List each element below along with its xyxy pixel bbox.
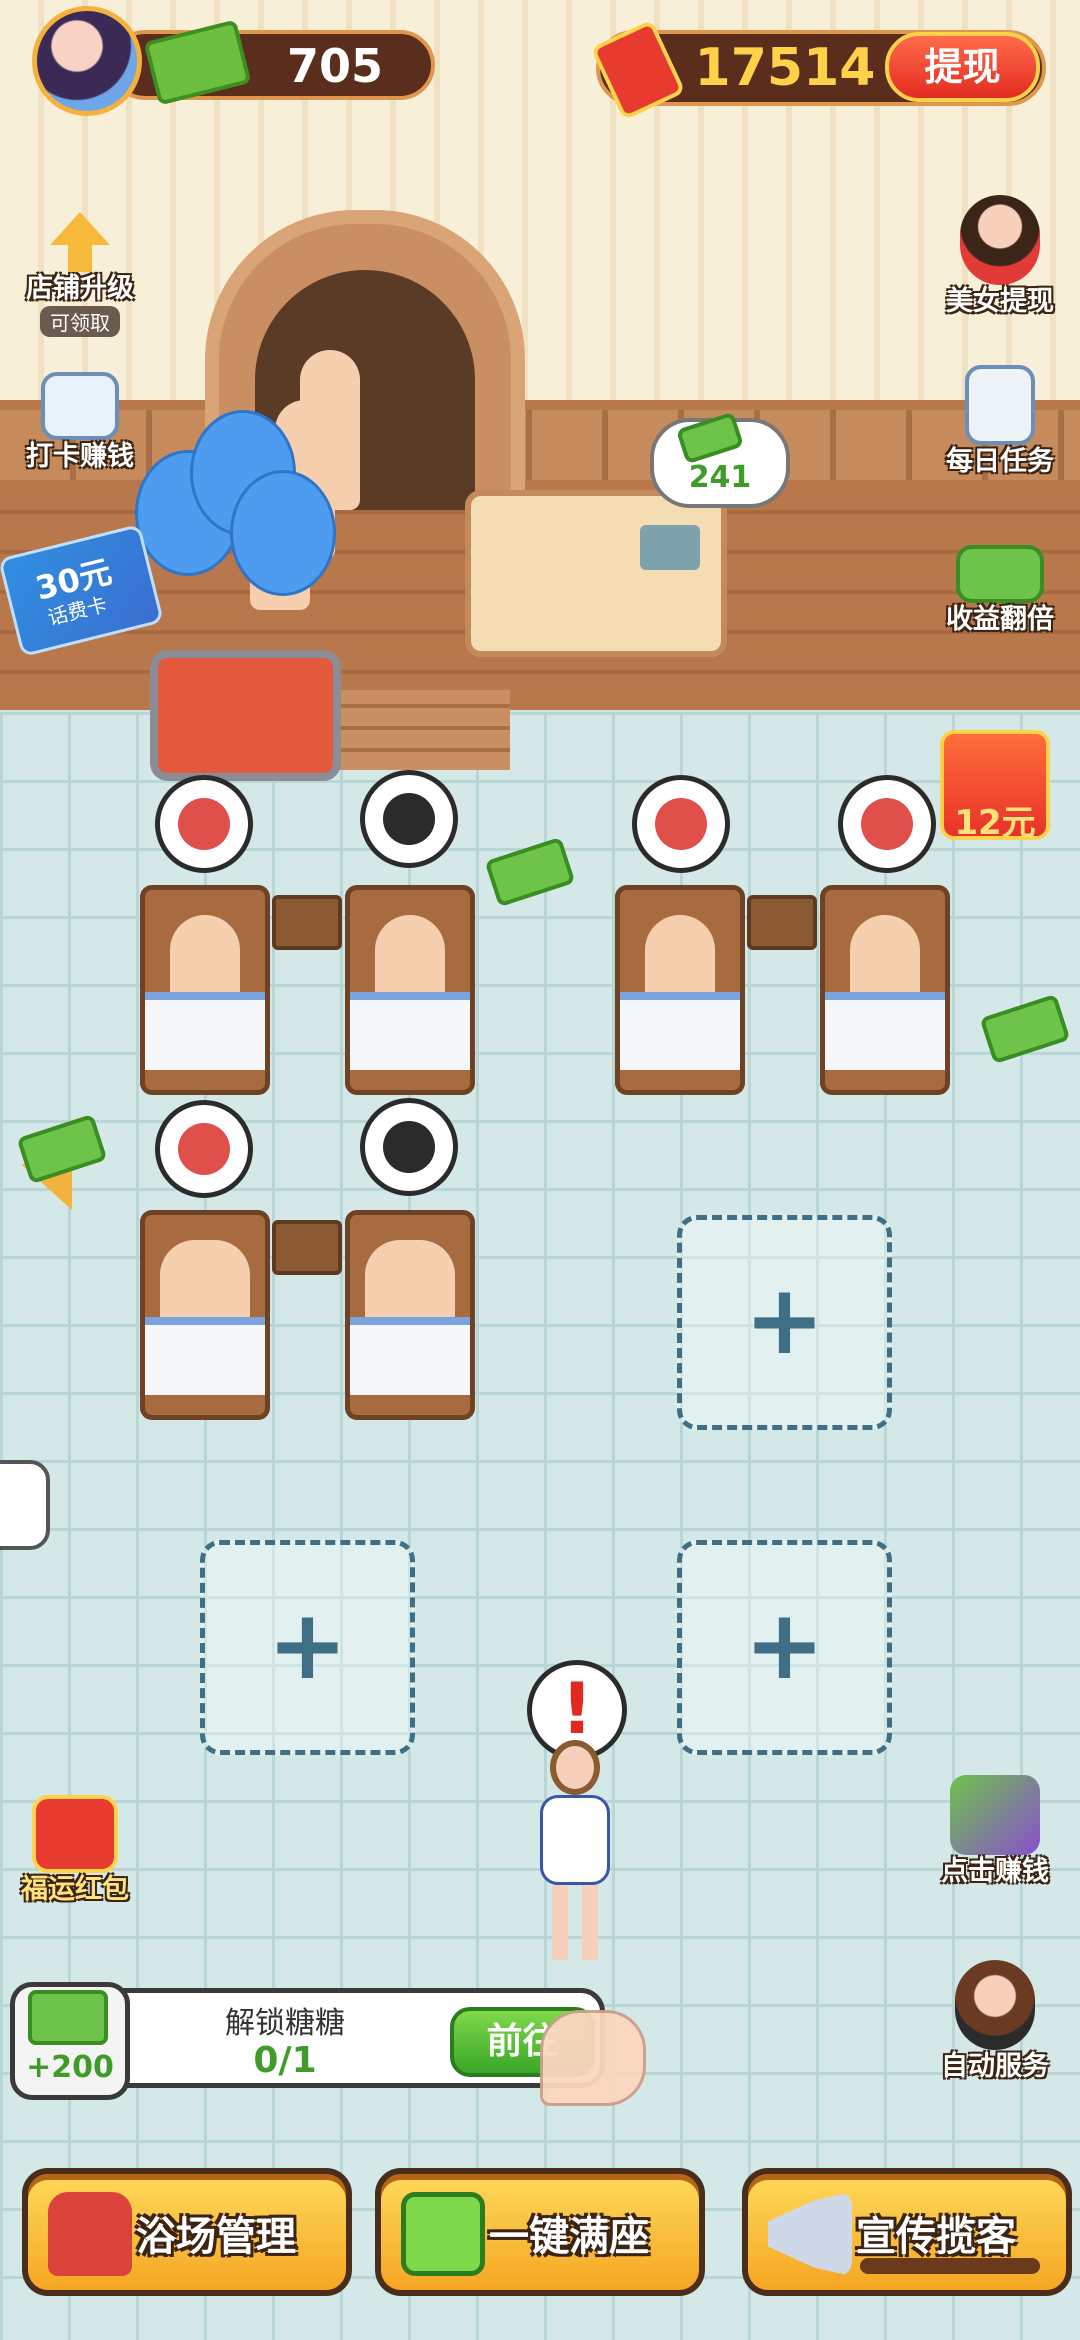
click-arrow-icon [950, 1775, 1040, 1855]
cash-value: 705 [286, 39, 384, 93]
shop-upgrade-button[interactable]: 店铺升级 可领取 [0, 212, 160, 337]
cash-register-icon [640, 525, 700, 570]
auto-service-label: 自动服务 [941, 2051, 1049, 2082]
clipboard-icon [965, 365, 1035, 445]
gift-cart[interactable] [150, 650, 341, 781]
calendar-icon [41, 372, 119, 440]
daily-tasks-label: 每日任务 [946, 446, 1054, 477]
massage-bed[interactable] [615, 885, 745, 1095]
lucky-red-packet-label: 福运红包 [21, 1874, 129, 1905]
red-packet-icon [32, 1795, 118, 1873]
coupon-value: 12元 [954, 803, 1036, 843]
click-earn-button[interactable]: 点击赚钱 [915, 1775, 1075, 1889]
hair-wash-request-bubble[interactable] [360, 1098, 458, 1196]
shop-upgrade-badge: 可领取 [40, 306, 120, 337]
back-massage-request-bubble[interactable] [155, 1100, 253, 1198]
arrow-up-icon [50, 212, 110, 272]
cash-arrow-up-icon [956, 545, 1044, 603]
double-income-label: 收益翻倍 [946, 604, 1054, 635]
red-packet-value: 17514 [694, 38, 876, 98]
promote-label: 宣传揽客 [856, 2214, 1016, 2260]
massage-bed[interactable] [345, 885, 475, 1095]
nightstand [272, 1220, 342, 1275]
beauty-withdraw-button[interactable]: 美女提现 [920, 195, 1080, 319]
tap-hint-hand-icon [540, 2010, 646, 2106]
fill-seats-button[interactable]: 一键满座 [375, 2168, 705, 2296]
beauty-withdraw-label: 美女提现 [946, 286, 1054, 317]
fill-seats-label: 一键满座 [489, 2214, 649, 2260]
side-drawer-tab[interactable] [0, 1460, 50, 1550]
avatar[interactable] [32, 6, 142, 116]
quest-progress: 0/1 [253, 2040, 317, 2081]
staff-character[interactable] [530, 1740, 620, 1960]
massage-bed[interactable] [140, 1210, 270, 1420]
empty-bed-slot[interactable]: + [677, 1540, 892, 1755]
hair-wash-request-bubble[interactable] [360, 770, 458, 868]
megaphone-icon [768, 2192, 852, 2276]
promote-progress-bar [860, 2258, 1040, 2274]
nightstand [272, 895, 342, 950]
cash-icon [28, 1990, 108, 2045]
daily-tasks-button[interactable]: 每日任务 [920, 365, 1080, 479]
back-massage-request-bubble[interactable] [632, 775, 730, 873]
back-massage-request-bubble[interactable] [838, 775, 936, 873]
lucky-red-packet-button[interactable]: 福运红包 [0, 1795, 155, 1907]
bath-management-label: 浴场管理 [136, 2214, 296, 2260]
reception-desk[interactable] [465, 490, 727, 657]
quest-title: 解锁糖糖 [225, 2006, 345, 2041]
massage-bed[interactable] [820, 885, 950, 1095]
withdraw-button[interactable]: 提现 [885, 32, 1040, 102]
armchair-icon [48, 2192, 132, 2276]
double-income-button[interactable]: 收益翻倍 [920, 545, 1080, 637]
tv-play-icon [401, 2192, 485, 2276]
hostess-avatar-icon [960, 195, 1040, 285]
promote-button[interactable]: 宣传揽客 [742, 2168, 1072, 2296]
empty-bed-slot[interactable]: + [677, 1215, 892, 1430]
back-massage-request-bubble[interactable] [155, 775, 253, 873]
income-bubble-value: 241 [688, 460, 752, 495]
bath-management-button[interactable]: 浴场管理 [22, 2168, 352, 2296]
shop-upgrade-label: 店铺升级 [26, 273, 134, 304]
massage-bed[interactable] [140, 885, 270, 1095]
quest-reward-value: +200 [26, 2050, 114, 2085]
auto-service-button[interactable]: 自动服务 [915, 1960, 1075, 2084]
empty-bed-slot[interactable]: + [200, 1540, 415, 1755]
maid-avatar-icon [955, 1960, 1035, 2050]
checkin-earn-button[interactable]: 打卡赚钱 [0, 372, 160, 474]
click-earn-label: 点击赚钱 [941, 1856, 1049, 1887]
checkin-earn-label: 打卡赚钱 [26, 441, 134, 472]
massage-bed[interactable] [345, 1210, 475, 1420]
nightstand [747, 895, 817, 950]
